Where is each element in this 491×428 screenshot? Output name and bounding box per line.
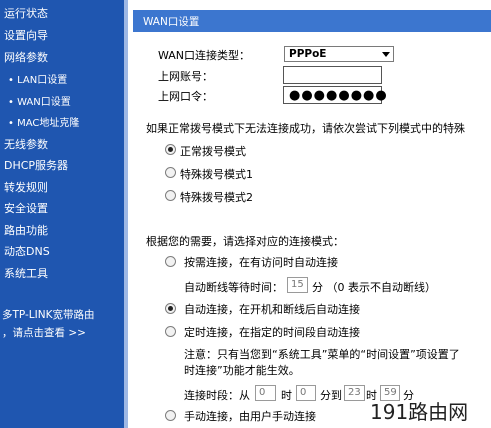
end-hour-input[interactable]: 23 <box>344 385 365 401</box>
promo-link[interactable]: ，请点击查看 >> <box>2 325 86 340</box>
start-hour-input[interactable]: 0 <box>255 385 276 401</box>
sidebar-item-lan[interactable]: • LAN口设置 <box>8 71 67 86</box>
sidebar-item-ddns[interactable]: 动态DNS <box>4 243 50 259</box>
sidebar-item-status[interactable]: 运行状态 <box>4 5 48 21</box>
note-line-1: 注意：只有当您到“系统工具”菜单的“时间设置”项设置了 <box>184 348 460 361</box>
sidebar: 运行状态 设置向导 网络参数 • LAN口设置 • WAN口设置 • MAC地址… <box>0 0 124 428</box>
radio-dial-normal[interactable] <box>165 144 176 155</box>
password-input[interactable]: ●●●●●●●● <box>283 86 387 104</box>
dial-special-2-label: 特殊拨号模式2 <box>180 191 253 204</box>
dial-special-1-label: 特殊拨号模式1 <box>180 168 253 181</box>
sidebar-item-security[interactable]: 安全设置 <box>4 200 48 216</box>
sidebar-item-routing[interactable]: 路由功能 <box>4 222 48 238</box>
radio-timed-connect[interactable] <box>165 326 176 337</box>
sidebar-item-wan[interactable]: • WAN口设置 <box>8 93 71 108</box>
mode-hint: 根据您的需要，请选择对应的连接模式： <box>146 235 344 248</box>
idle-prefix: 自动断线等待时间： <box>184 281 283 294</box>
account-label: 上网账号： <box>158 70 213 83</box>
main-panel <box>124 0 491 428</box>
promo-line-1[interactable]: 多TP-LINK宽带路由 <box>2 307 95 322</box>
end-hour-value: 23 <box>348 387 361 398</box>
dial-normal-label: 正常拨号模式 <box>180 145 246 158</box>
radio-dial-special-2[interactable] <box>165 190 176 201</box>
auto-connect-label: 自动连接，在开机和断线后自动连接 <box>184 303 360 316</box>
manual-connect-label: 手动连接，由用户手动连接 <box>184 410 316 423</box>
sidebar-item-system-tools[interactable]: 系统工具 <box>4 265 48 281</box>
conn-type-label: WAN口连接类型： <box>158 49 251 62</box>
timed-connect-label: 定时连接，在指定的时间段自动连接 <box>184 326 360 339</box>
sidebar-item-mac-clone[interactable]: • MAC地址克隆 <box>8 114 79 129</box>
hour-label: 时 <box>281 389 292 402</box>
account-input[interactable] <box>283 66 382 84</box>
start-hour-value: 0 <box>259 387 266 398</box>
sidebar-item-wizard[interactable]: 设置向导 <box>4 27 48 43</box>
panel-edge <box>124 0 128 428</box>
radio-auto-connect[interactable] <box>165 303 176 314</box>
password-label: 上网口令： <box>158 90 213 103</box>
radio-manual-connect[interactable] <box>165 410 176 421</box>
start-min-input[interactable]: 0 <box>296 385 316 401</box>
sidebar-item-dhcp[interactable]: DHCP服务器 <box>4 157 68 173</box>
start-min-value: 0 <box>300 387 307 398</box>
period-prefix: 连接时段：从 <box>184 389 250 402</box>
watermark: 191路由网 <box>370 400 469 424</box>
radio-on-demand[interactable] <box>165 256 176 267</box>
on-demand-label: 按需连接，在有访问时自动连接 <box>184 256 338 269</box>
sidebar-item-network[interactable]: 网络参数 <box>4 49 48 65</box>
idle-suffix: 分 （0 表示不自动断线） <box>312 281 436 294</box>
dial-hint: 如果正常拨号模式下无法连接成功，请依次尝试下列模式中的特殊 <box>146 122 465 135</box>
conn-type-value: PPPoE <box>289 48 327 60</box>
chevron-down-icon <box>382 52 390 57</box>
conn-type-select[interactable]: PPPoE <box>284 46 394 62</box>
panel-title: WAN口设置 <box>143 16 200 28</box>
idle-time-value: 15 <box>291 279 304 290</box>
note-line-2: 时连接”功能才能生效。 <box>184 364 300 377</box>
idle-time-input[interactable]: 15 <box>287 277 308 293</box>
sidebar-item-forwarding[interactable]: 转发规则 <box>4 179 48 195</box>
to-label: 分到 <box>320 389 342 402</box>
password-mask: ●●●●●●●● <box>289 88 388 103</box>
sidebar-item-wireless[interactable]: 无线参数 <box>4 136 48 152</box>
radio-dial-special-1[interactable] <box>165 167 176 178</box>
